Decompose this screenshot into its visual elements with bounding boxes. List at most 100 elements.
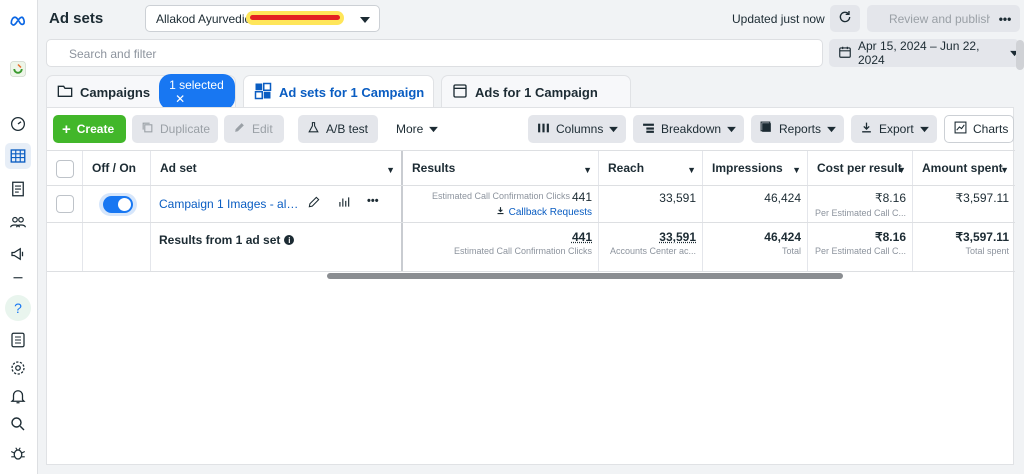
selected-count-label: 1 selected [169,78,224,92]
header-ad-set-label: Ad set [160,161,197,175]
notifications-bell-icon[interactable] [5,383,31,409]
columns-icon [537,122,550,137]
totals-label: Results from 1 ad set i [159,233,295,247]
reports-page-icon[interactable] [5,176,31,202]
ad-set-on-off-toggle[interactable] [103,196,133,213]
chevron-down-icon [360,13,370,27]
breakdown-icon [642,122,655,137]
totals-amount-spent-value: ₹3,597.11 [955,230,1009,244]
columns-dropdown[interactable]: Columns [528,115,626,143]
account-selector[interactable]: Allakod Ayurvedic [145,5,380,32]
date-range-text: Apr 15, 2024 – Jun 22, 2024 [858,39,980,67]
more-options-icon[interactable]: ••• [367,195,379,212]
header-cost-per-result-label: Cost per result [817,161,902,175]
more-actions-dropdown[interactable]: More [387,115,447,143]
meta-logo-icon[interactable] [5,8,31,34]
breakdown-dropdown[interactable]: Breakdown [633,115,744,143]
header-reach[interactable]: Reach ▼ [599,151,703,185]
chevron-down-icon: ▼ [792,165,801,175]
totals-reach-value: 33,591 [659,230,696,244]
callback-requests-link[interactable]: Callback Requests [496,206,592,218]
plus-icon: + [62,120,71,138]
header-results[interactable]: Results ▼ [403,151,599,185]
line-chart-icon [954,121,967,137]
totals-impressions-value: 46,424 [764,230,801,244]
ab-test-button[interactable]: A/B test [298,115,378,143]
ads-manager-table-icon[interactable] [5,143,31,169]
account-name: Allakod Ayurvedic [156,12,251,26]
header-impressions-label: Impressions [712,161,783,175]
header-amount-spent-label: Amount spent [922,161,1003,175]
date-range-picker[interactable]: Apr 15, 2024 – Jun 22, 2024 [829,39,1019,67]
table-row[interactable]: Campaign 1 Images - allakod ••• Estimate… [47,186,1015,223]
chevron-down-icon [429,122,439,136]
download-icon [860,121,873,137]
header-amount-spent[interactable]: Amount spent ▼ [913,151,1015,185]
bug-report-icon[interactable] [5,440,31,466]
header-reach-label: Reach [608,161,645,175]
reports-dropdown[interactable]: Reports [751,115,844,143]
totals-cost-per-result-cell: ₹8.16 Per Estimated Call C... [808,223,913,271]
audiences-icon[interactable] [5,209,31,235]
billing-page-icon[interactable] [5,327,31,353]
tab-ads[interactable]: Ads for 1 Campaign [441,75,631,108]
totals-reach-sub: Accounts Center ac... [609,246,696,256]
ab-test-label: A/B test [326,122,369,136]
account-avatar-icon[interactable] [5,56,31,82]
duplicate-button[interactable]: Duplicate [132,115,218,143]
search-and-filter-input[interactable]: Search and filter [46,39,823,67]
dashboard-gauge-icon[interactable] [5,111,31,137]
selected-count-pill[interactable]: 1 selected ✕ [159,74,235,110]
edit-label: Edit [252,122,273,136]
close-icon[interactable]: ✕ [175,92,185,106]
totals-label-cell: Results from 1 ad set i [151,223,403,271]
row-impressions-cell: 46,424 [703,186,808,222]
create-button[interactable]: + Create [53,115,126,143]
ad-set-name-link[interactable]: Campaign 1 Images - allakod [159,197,299,211]
chevron-down-icon [727,122,736,136]
search-icon[interactable] [5,411,31,437]
header-ad-set[interactable]: Ad set ▼ [151,151,403,185]
row-ad-set-cell: Campaign 1 Images - allakod ••• [151,186,403,222]
row-checkbox[interactable] [56,195,74,213]
header-results-label: Results [412,161,456,175]
totals-amount-spent-cell: ₹3,597.11 Total spent [913,223,1015,271]
charts-button[interactable]: Charts [944,115,1014,143]
tab-ad-sets[interactable]: Ad sets for 1 Campaign [243,75,434,108]
header-cost-per-result[interactable]: Cost per result ▼ [808,151,913,185]
chevron-down-icon [919,122,929,136]
row-reach-cell: 33,591 [599,186,703,222]
charts-label: Charts [973,122,1009,136]
left-nav-rail: ? [0,0,38,474]
campaign-megaphone-icon[interactable] [5,241,31,267]
header-impressions[interactable]: Impressions ▼ [703,151,808,185]
select-all-checkbox[interactable] [56,160,74,178]
callback-requests-label: Callback Requests [508,206,592,218]
horizontal-scrollbar[interactable] [327,273,843,279]
more-options-button[interactable]: ••• [990,5,1020,32]
view-charts-icon[interactable] [337,195,351,212]
page-title: Ad sets [49,10,104,27]
chevron-down-icon: ▼ [897,165,906,175]
redaction-mark [246,11,344,25]
info-icon[interactable]: i [284,235,295,245]
edit-pencil-icon[interactable] [307,195,321,212]
collapsed-menu-icon[interactable] [5,274,31,280]
refresh-button[interactable] [830,5,860,32]
cost-per-result-value: ₹8.16 [875,191,906,205]
totals-cost-per-result-value: ₹8.16 [875,230,906,244]
totals-impressions-sub: Total [781,246,801,256]
ad-sets-grid-icon [254,82,272,103]
tab-ad-sets-label: Ad sets for 1 Campaign [279,84,425,100]
chevron-down-icon: ▼ [583,165,592,175]
row-results-cell: Estimated Call Confirmation Clicks 441 C… [403,186,599,222]
settings-gear-icon[interactable] [5,355,31,381]
breakdown-label: Breakdown [661,122,722,136]
edit-button[interactable]: Edit [224,115,284,143]
help-question-icon[interactable]: ? [5,295,31,321]
table-header-row: Off / On Ad set ▼ Results ▼ Reach ▼ Impress… [47,150,1015,186]
export-dropdown[interactable]: Export [851,115,937,143]
vertical-scrollbar[interactable] [1016,40,1024,70]
table-totals-row: Results from 1 ad set i 441 Estimated Ca… [47,223,1015,272]
tab-campaigns[interactable]: Campaigns 1 selected ✕ [46,74,236,110]
